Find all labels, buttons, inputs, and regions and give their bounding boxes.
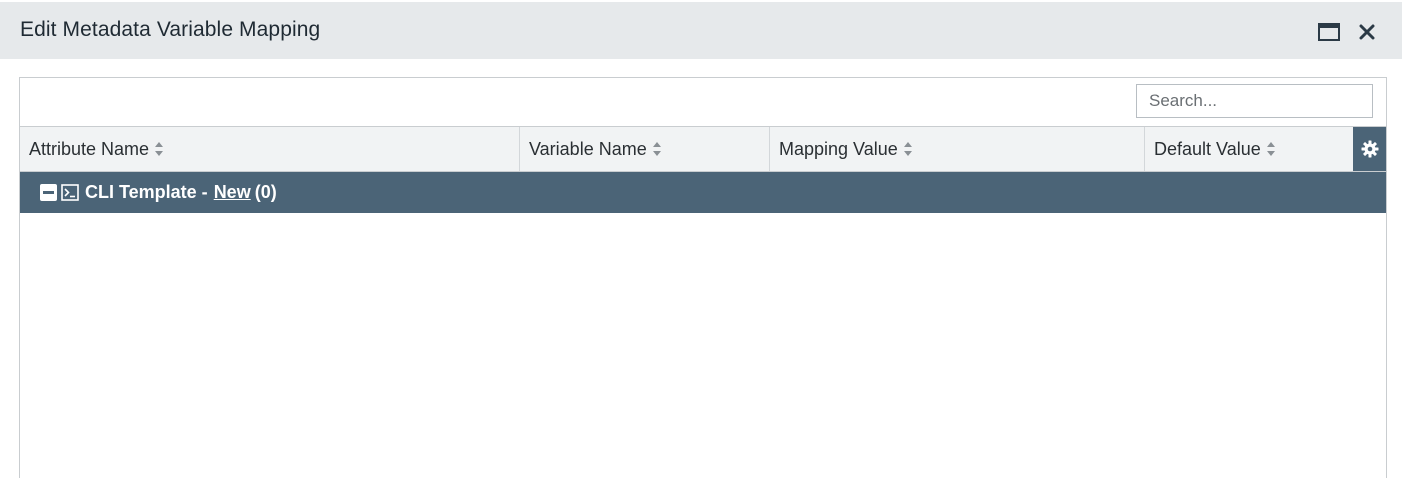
column-header-attribute-name[interactable]: Attribute Name	[20, 127, 520, 171]
group-title: CLI Template -	[85, 182, 208, 202]
sort-icon	[903, 142, 912, 156]
terminal-icon	[61, 184, 79, 201]
dialog-titlebar: Edit Metadata Variable Mapping	[0, 2, 1402, 59]
column-settings-button[interactable]	[1353, 127, 1386, 171]
close-icon	[1359, 24, 1375, 40]
column-header-label: Attribute Name	[29, 138, 150, 159]
column-header-label: Variable Name	[529, 138, 647, 159]
group-count: (0)	[254, 182, 277, 202]
column-header-default-value[interactable]: Default Value	[1145, 127, 1353, 171]
search-input[interactable]	[1136, 84, 1373, 118]
group-row-cli-template: CLI Template - New (0)	[20, 172, 1386, 213]
column-header-mapping-value[interactable]: Mapping Value	[770, 127, 1145, 171]
sort-icon	[1266, 142, 1275, 156]
column-header-variable-name[interactable]: Variable Name	[520, 127, 770, 171]
window-maximize-icon	[1318, 23, 1340, 41]
close-button[interactable]	[1355, 20, 1379, 44]
mapping-panel: Attribute Name Variable Name Mapping Val…	[19, 77, 1387, 478]
sort-icon	[652, 142, 661, 156]
column-header-label: Mapping Value	[779, 138, 898, 159]
sort-icon	[155, 142, 164, 156]
table-header: Attribute Name Variable Name Mapping Val…	[20, 126, 1386, 172]
minus-square-icon[interactable]	[40, 184, 57, 201]
new-link[interactable]: New	[214, 182, 251, 203]
gear-icon	[1361, 140, 1378, 158]
dialog-title: Edit Metadata Variable Mapping	[20, 18, 321, 41]
maximize-button[interactable]	[1317, 20, 1341, 44]
column-header-label: Default Value	[1154, 138, 1261, 159]
edit-metadata-dialog: Edit Metadata Variable Mapping Attribute…	[0, 0, 1402, 478]
